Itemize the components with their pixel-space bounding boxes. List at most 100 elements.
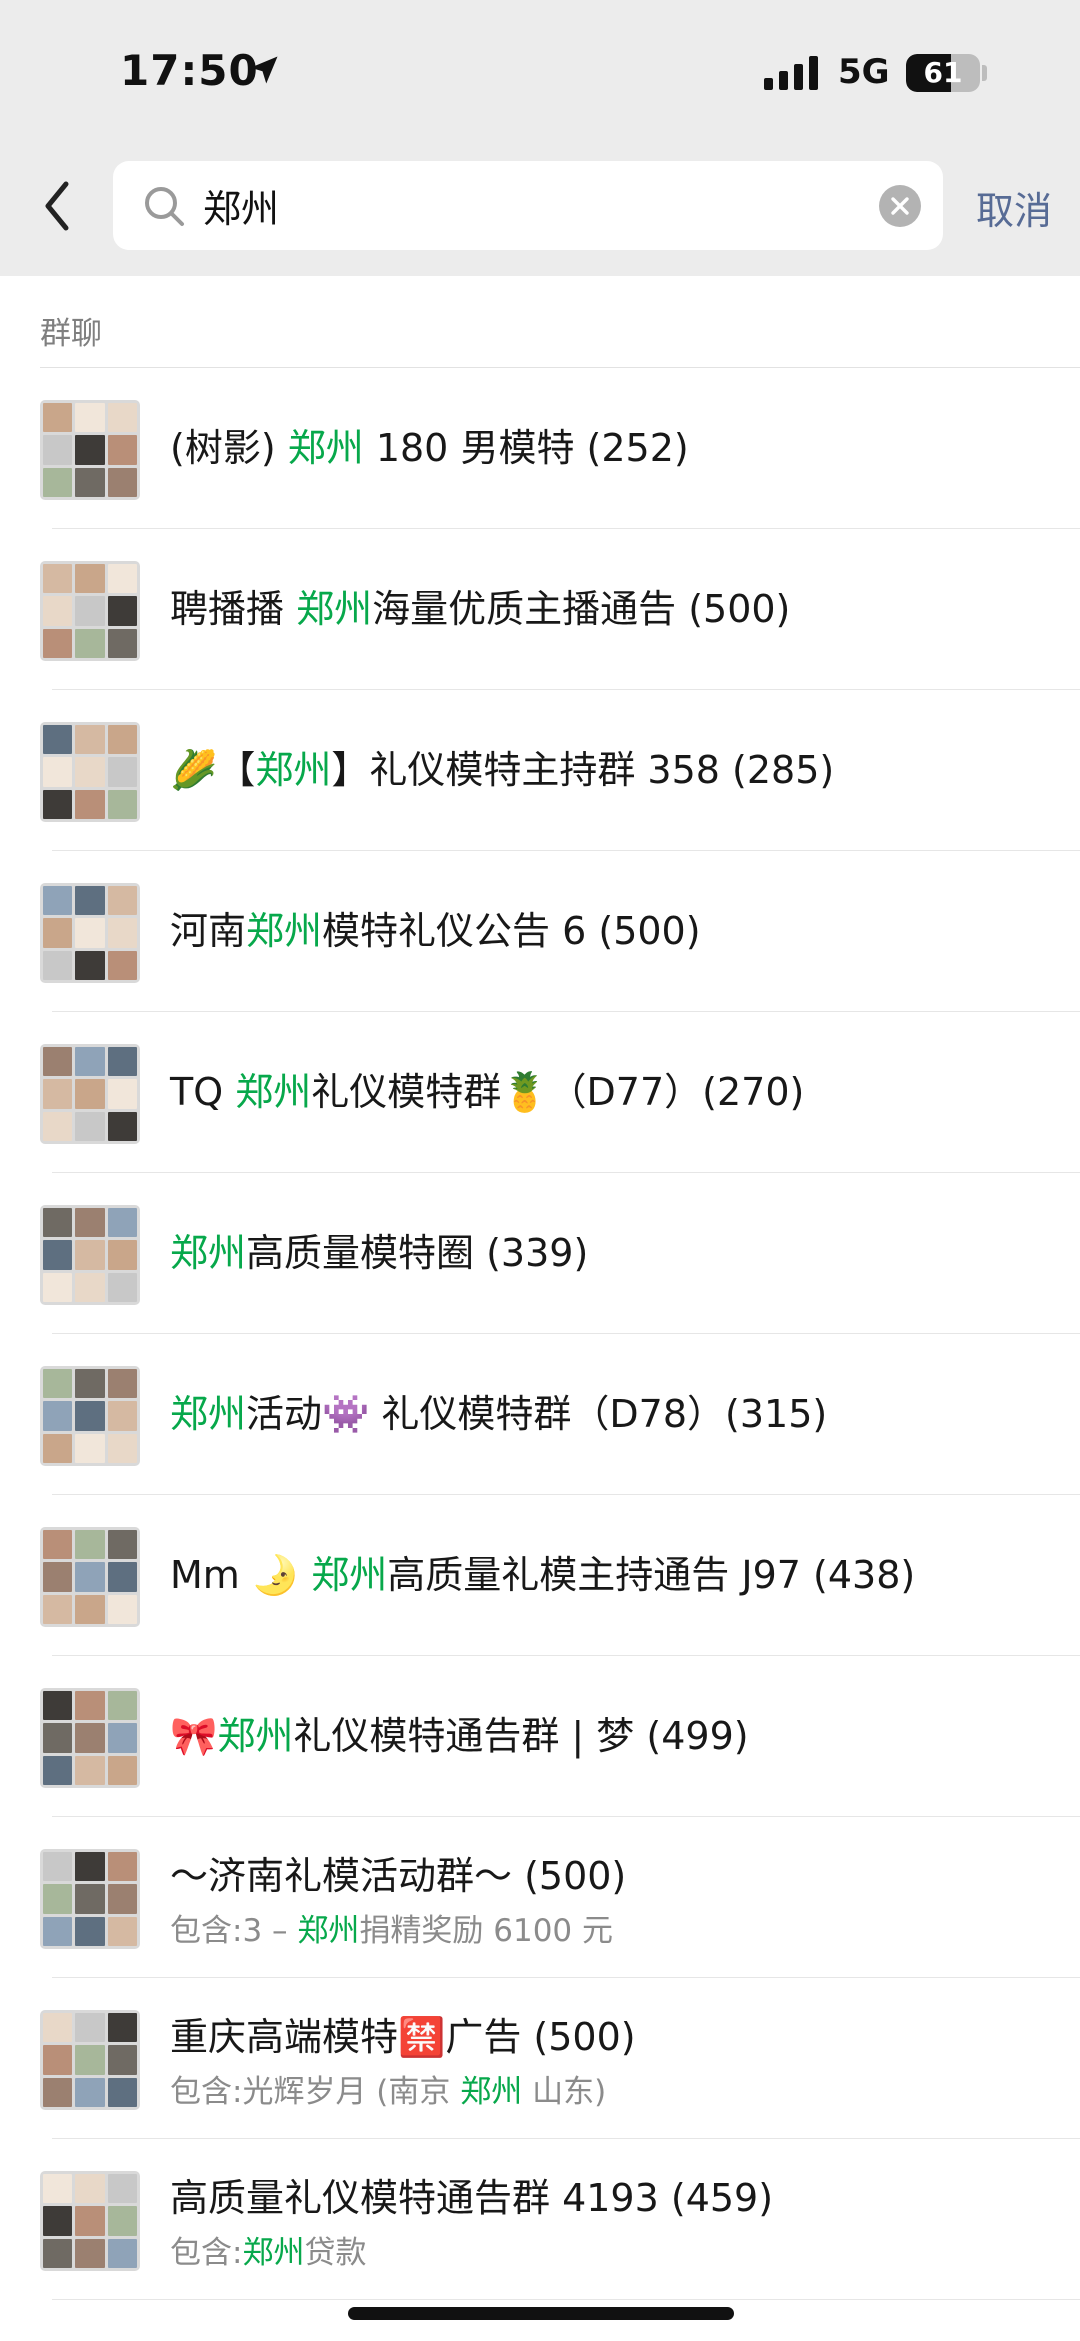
keyword-highlight: 郑州 [297, 1913, 360, 1949]
member-thumbnail [107, 1079, 137, 1109]
member-thumbnail [107, 1433, 137, 1463]
member-thumbnail [43, 1852, 73, 1882]
keyword-highlight: 郑州 [460, 2074, 523, 2110]
member-thumbnail [107, 1562, 137, 1592]
group-avatar [40, 1205, 140, 1305]
member-thumbnail [75, 725, 105, 755]
group-avatar [40, 1849, 140, 1949]
battery-level: 61 [923, 56, 963, 89]
member-thumbnail [107, 789, 137, 819]
clear-search-icon[interactable] [879, 185, 921, 227]
member-thumbnail [43, 1433, 73, 1463]
result-row[interactable]: Mm 🌛 郑州高质量礼模主持通告 J97 (438) [0, 1495, 1080, 1656]
member-thumbnail [75, 1240, 105, 1270]
status-time: 17:50 [120, 46, 259, 95]
group-avatar [40, 722, 140, 822]
keyword-highlight: 郑州 [255, 748, 332, 792]
section-header: 群聊 [0, 276, 1080, 368]
member-thumbnail [43, 1111, 73, 1141]
group-name-text: Mm 🌛 [170, 1553, 312, 1597]
member-thumbnail [107, 1369, 137, 1399]
member-thumbnail [75, 628, 105, 658]
keyword-highlight: 郑州 [287, 426, 364, 470]
keyword-highlight: 郑州 [170, 1231, 247, 1275]
member-thumbnail [75, 1369, 105, 1399]
result-row[interactable]: 郑州高质量模特圈 (339) [0, 1173, 1080, 1334]
member-thumbnail [75, 1530, 105, 1560]
member-thumbnail [43, 596, 73, 626]
group-name: 重庆高端模特🈲广告 (500) [170, 2012, 636, 2062]
result-row[interactable]: (树影) 郑州 180 男模特 (252) [0, 368, 1080, 529]
battery-icon: 61 [906, 54, 980, 92]
group-name: 🎀郑州礼仪模特通告群 | 梦 (499) [170, 1711, 749, 1761]
member-thumbnail [107, 1723, 137, 1753]
member-thumbnail [43, 1691, 73, 1721]
group-name: TQ 郑州礼仪模特群🍍（D77）(270) [170, 1067, 804, 1117]
cancel-button[interactable]: 取消 [976, 180, 1052, 235]
search-bar[interactable] [113, 161, 943, 250]
group-name: 🌽【郑州】礼仪模特主持群 358 (285) [170, 745, 834, 795]
member-thumbnail [75, 2238, 105, 2268]
member-thumbnail [107, 1047, 137, 1077]
group-name: (树影) 郑州 180 男模特 (252) [170, 423, 689, 473]
result-row[interactable]: 郑州活动👾 礼仪模特群（D78）(315) [0, 1334, 1080, 1495]
member-thumbnail [107, 1594, 137, 1624]
member-thumbnail [43, 628, 73, 658]
member-thumbnail [43, 2238, 73, 2268]
member-thumbnail [43, 1079, 73, 1109]
member-thumbnail [75, 1594, 105, 1624]
result-row[interactable]: 河南郑州模特礼仪公告 6 (500) [0, 851, 1080, 1012]
member-thumbnail [75, 1755, 105, 1785]
result-row[interactable]: 聘播播 郑州海量优质主播通告 (500) [0, 529, 1080, 690]
member-thumbnail [107, 1530, 137, 1560]
group-name-text: (树影) [170, 426, 288, 470]
result-row[interactable]: 🎀郑州礼仪模特通告群 | 梦 (499) [0, 1656, 1080, 1817]
member-thumbnail [43, 2013, 73, 2043]
keyword-highlight: 郑州 [311, 1553, 388, 1597]
member-thumbnail [43, 886, 73, 916]
group-avatar [40, 883, 140, 983]
matched-member-text: 山东) [522, 2074, 607, 2110]
search-input[interactable] [203, 161, 843, 250]
group-chat-results: (树影) 郑州 180 男模特 (252) 聘播播 郑州海量优质主播通告 (500… [0, 368, 1080, 2300]
group-name: 高质量礼仪模特通告群 4193 (459) [170, 2173, 773, 2223]
matched-member: 包含:郑州贷款 [170, 2232, 366, 2274]
matched-member: 包含:光辉岁月 (南京 郑州 山东) [170, 2071, 606, 2113]
member-thumbnail [43, 1594, 73, 1624]
matched-member: 包含:3 – 郑州捐精奖励 6100 元 [170, 1910, 613, 1952]
member-thumbnail [107, 1401, 137, 1431]
matched-member-text: 包含: [170, 2235, 243, 2271]
back-button[interactable] [36, 176, 80, 236]
result-row[interactable]: ～济南礼模活动群～ (500) 包含:3 – 郑州捐精奖励 6100 元 [0, 1817, 1080, 1978]
member-thumbnail [75, 435, 105, 465]
group-name: 聘播播 郑州海量优质主播通告 (500) [170, 584, 790, 634]
group-name-text: TQ [170, 1070, 236, 1114]
keyword-highlight: 郑州 [296, 587, 373, 631]
member-thumbnail [75, 757, 105, 787]
group-avatar [40, 1366, 140, 1466]
member-thumbnail [43, 1530, 73, 1560]
result-row[interactable]: TQ 郑州礼仪模特群🍍（D77）(270) [0, 1012, 1080, 1173]
group-name: 郑州活动👾 礼仪模特群（D78）(315) [170, 1389, 827, 1439]
member-thumbnail [43, 950, 73, 980]
result-row[interactable]: 高质量礼仪模特通告群 4193 (459) 包含:郑州贷款 [0, 2139, 1080, 2300]
member-thumbnail [75, 467, 105, 497]
member-thumbnail [75, 1047, 105, 1077]
cellular-signal-icon [764, 56, 818, 90]
member-thumbnail [75, 1691, 105, 1721]
result-row[interactable]: 🌽【郑州】礼仪模特主持群 358 (285) [0, 690, 1080, 851]
member-thumbnail [43, 1401, 73, 1431]
member-thumbnail [75, 2206, 105, 2236]
member-thumbnail [75, 886, 105, 916]
member-thumbnail [43, 1723, 73, 1753]
member-thumbnail [107, 757, 137, 787]
group-name-text: 高质量模特圈 (339) [246, 1231, 589, 1275]
member-thumbnail [43, 1562, 73, 1592]
result-row[interactable]: 重庆高端模特🈲广告 (500) 包含:光辉岁月 (南京 郑州 山东) [0, 1978, 1080, 2139]
keyword-highlight: 郑州 [242, 2235, 305, 2271]
keyword-highlight: 郑州 [246, 909, 323, 953]
home-indicator [348, 2307, 734, 2320]
group-avatar [40, 2010, 140, 2110]
group-name-text: 180 男模特 (252) [363, 426, 689, 470]
member-thumbnail [107, 1884, 137, 1914]
